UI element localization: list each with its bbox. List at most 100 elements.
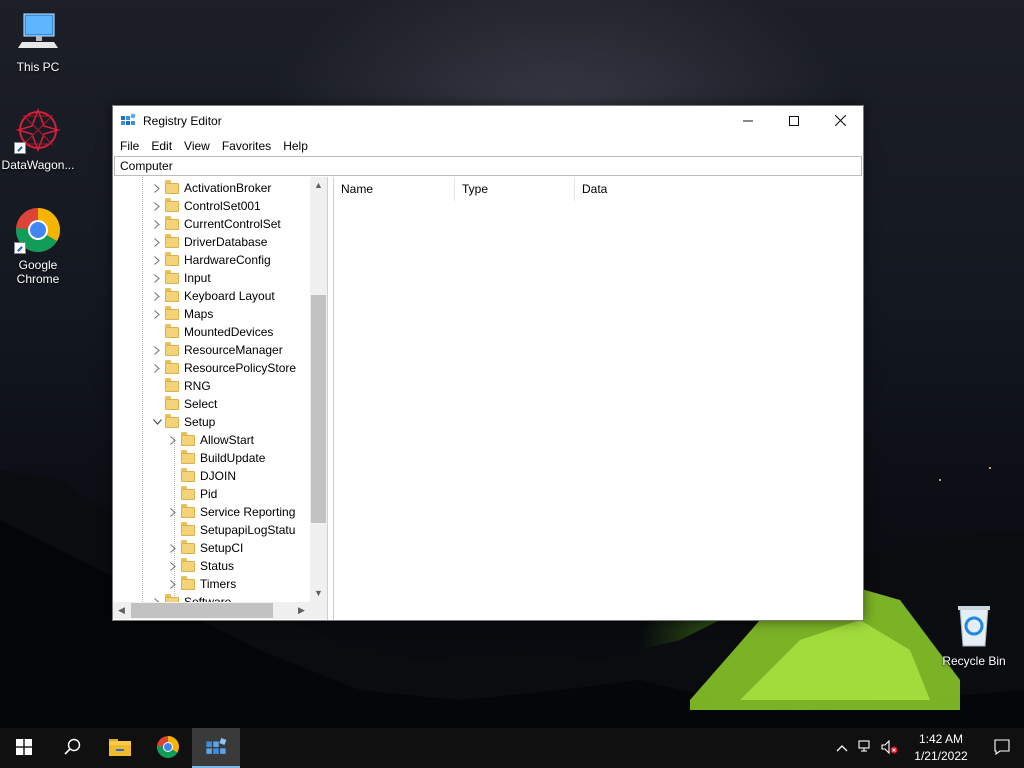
tree-item-label: MountedDevices: [184, 325, 274, 339]
menu-file[interactable]: File: [113, 136, 145, 156]
scroll-down-icon[interactable]: ▼: [310, 585, 327, 602]
tree-item-label: DJOIN: [200, 469, 236, 483]
chevron-right-icon[interactable]: [151, 593, 163, 602]
folder-icon: [181, 503, 195, 518]
maximize-icon: [789, 113, 799, 129]
volume-button[interactable]: [878, 728, 902, 768]
folder-icon: [165, 413, 179, 428]
tree-item[interactable]: DriverDatabase: [154, 233, 267, 251]
values-list-pane[interactable]: Name Type Data: [333, 177, 863, 620]
tree-item[interactable]: DJOIN: [181, 467, 236, 485]
folder-icon: [181, 485, 195, 500]
tree-item[interactable]: ControlSet001: [154, 197, 261, 215]
action-center-button[interactable]: [980, 728, 1024, 768]
desktop-icon-this-pc[interactable]: This PC: [0, 8, 76, 74]
search-icon: [63, 738, 81, 758]
registry-editor-window[interactable]: Registry Editor File Edit View Favorites…: [112, 105, 864, 621]
clock-date: 1/21/2022: [914, 749, 968, 763]
tree-item[interactable]: Maps: [154, 305, 213, 323]
tree-item[interactable]: Pid: [181, 485, 217, 503]
column-header-data[interactable]: Data: [575, 177, 755, 201]
maximize-button[interactable]: [771, 106, 817, 136]
network-button[interactable]: [854, 728, 878, 768]
menu-bar: File Edit View Favorites Help: [113, 136, 863, 156]
notification-icon: [994, 738, 1010, 758]
tree-item-label: AllowStart: [200, 433, 255, 447]
column-header-name[interactable]: Name: [334, 177, 455, 201]
tree-horizontal-scrollbar[interactable]: ◀ ▶: [113, 602, 327, 619]
chevron-right-icon[interactable]: [151, 359, 163, 377]
menu-favorites[interactable]: Favorites: [216, 136, 277, 156]
scroll-thumb[interactable]: [131, 603, 273, 618]
tree-item[interactable]: Software: [154, 593, 231, 602]
tree-item-label: Keyboard Layout: [184, 289, 275, 303]
chevron-right-icon[interactable]: [167, 503, 179, 521]
desktop-icon-google-chrome[interactable]: Google Chrome: [0, 206, 76, 286]
tree-item[interactable]: ResourceManager: [154, 341, 283, 359]
title-bar[interactable]: Registry Editor: [113, 106, 863, 136]
tree-item[interactable]: AllowStart: [170, 431, 255, 449]
chevron-right-icon[interactable]: [167, 539, 179, 557]
tree-item-label: ActivationBroker: [184, 181, 272, 195]
chevron-right-icon[interactable]: [151, 287, 163, 305]
chevron-right-icon[interactable]: [151, 341, 163, 359]
tree-item[interactable]: RNG: [165, 377, 211, 395]
start-button[interactable]: [0, 728, 48, 768]
tree-item[interactable]: Input: [154, 269, 211, 287]
scroll-up-icon[interactable]: ▲: [310, 177, 327, 194]
desktop-icon-recycle-bin[interactable]: Recycle Bin: [936, 602, 1012, 668]
chevron-down-icon[interactable]: [151, 413, 163, 431]
tree-item[interactable]: MountedDevices: [165, 323, 273, 341]
tree-vertical-scrollbar[interactable]: ▲ ▼: [310, 177, 327, 602]
tree-item[interactable]: Setup: [152, 413, 215, 431]
key-tree-pane[interactable]: ActivationBroker ControlSet001 CurrentCont…: [113, 177, 328, 620]
menu-view[interactable]: View: [178, 136, 216, 156]
column-header-type[interactable]: Type: [455, 177, 575, 201]
scroll-left-icon[interactable]: ◀: [113, 602, 130, 619]
clock[interactable]: 1:42 AM 1/21/2022: [902, 731, 980, 765]
chevron-right-icon[interactable]: [151, 197, 163, 215]
tree-item[interactable]: Timers: [170, 575, 236, 593]
folder-icon: [181, 431, 195, 446]
chevron-right-icon[interactable]: [167, 575, 179, 593]
chevron-right-icon[interactable]: [151, 233, 163, 251]
scroll-thumb[interactable]: [311, 295, 326, 523]
tree-item-label: Input: [184, 271, 211, 285]
tree-item[interactable]: Status: [170, 557, 235, 575]
tree-item[interactable]: CurrentControlSet: [154, 215, 281, 233]
chevron-right-icon[interactable]: [151, 269, 163, 287]
menu-edit[interactable]: Edit: [145, 136, 178, 156]
tree-item[interactable]: SetupapiLogStatu: [181, 521, 295, 539]
tree-item[interactable]: Select: [165, 395, 217, 413]
chevron-right-icon[interactable]: [151, 251, 163, 269]
chevron-right-icon[interactable]: [167, 431, 179, 449]
tree-item[interactable]: ActivationBroker: [154, 179, 272, 197]
folder-icon: [165, 215, 179, 230]
registry-editor-button[interactable]: [192, 728, 240, 768]
chrome-button[interactable]: [144, 728, 192, 768]
tree-item-label: Status: [200, 559, 235, 573]
show-hidden-icons-button[interactable]: [830, 728, 854, 768]
tree-item[interactable]: Service Reporting: [170, 503, 295, 521]
chevron-right-icon[interactable]: [151, 305, 163, 323]
folder-icon: [108, 737, 132, 760]
address-bar[interactable]: Computer: [114, 156, 862, 176]
chevron-right-icon[interactable]: [151, 179, 163, 197]
chrome-icon: [14, 206, 62, 254]
chevron-right-icon[interactable]: [167, 557, 179, 575]
tree-item[interactable]: ResourcePolicyStore: [154, 359, 296, 377]
tree-item-label: BuildUpdate: [200, 451, 266, 465]
scroll-right-icon[interactable]: ▶: [293, 602, 310, 619]
chevron-right-icon[interactable]: [151, 215, 163, 233]
close-button[interactable]: [817, 106, 863, 136]
search-button[interactable]: [48, 728, 96, 768]
menu-help[interactable]: Help: [277, 136, 314, 156]
tree-item[interactable]: HardwareConfig: [154, 251, 271, 269]
tree-item[interactable]: Keyboard Layout: [154, 287, 275, 305]
tree-item[interactable]: BuildUpdate: [181, 449, 265, 467]
desktop-icon-datawagon[interactable]: DataWagon...: [0, 106, 76, 172]
minimize-button[interactable]: [725, 106, 771, 136]
file-explorer-button[interactable]: [96, 728, 144, 768]
tree-item[interactable]: SetupCI: [170, 539, 243, 557]
